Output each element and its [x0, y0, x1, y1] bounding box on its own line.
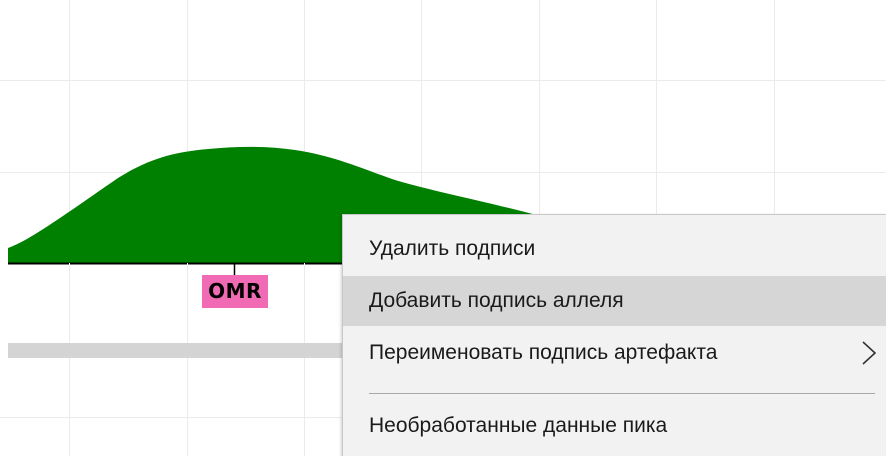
- menu-item-raw-peak-data[interactable]: Необработанные данные пика: [343, 401, 886, 451]
- horizontal-scrollbar[interactable]: [8, 343, 342, 358]
- context-menu: Удалить подписи Добавить подпись аллеля …: [342, 214, 886, 456]
- menu-item-label: Переименовать подпись артефакта: [369, 341, 718, 364]
- menu-separator: [369, 393, 875, 394]
- chevron-right-icon: [862, 341, 877, 365]
- allele-label-omr[interactable]: OMR: [202, 275, 268, 308]
- menu-item-add-allele-label[interactable]: Добавить подпись аллеля: [343, 276, 886, 326]
- menu-item-rename-artifact-label[interactable]: Переименовать подпись артефакта: [343, 328, 886, 378]
- electropherogram-view: OMR Удалить подписи Добавить подпись алл…: [0, 0, 886, 456]
- menu-item-delete-labels[interactable]: Удалить подписи: [343, 224, 886, 274]
